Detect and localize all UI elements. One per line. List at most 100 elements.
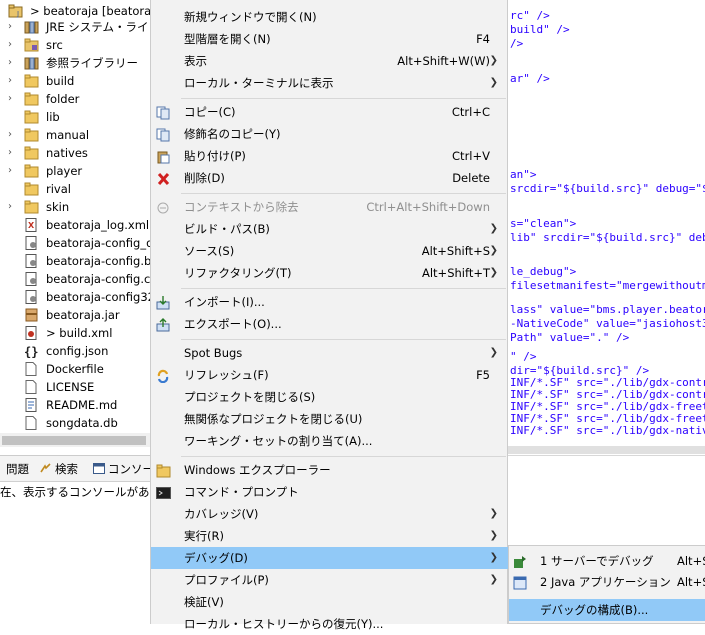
- menu-item-copy-qualified-name[interactable]: 修飾名のコピー(Y): [151, 123, 508, 145]
- tree-item[interactable]: beatoraja.jar: [0, 306, 150, 324]
- menu-item-show-in[interactable]: 表示 Alt+Shift+W(W) ❯: [151, 50, 508, 72]
- chevron-right-icon: ❯: [489, 552, 498, 563]
- ant-file-icon: [24, 326, 39, 340]
- tree-item[interactable]: › JRE システム・ライブラリ: [0, 18, 150, 36]
- tree-item[interactable]: beatoraja-config.cc: [0, 270, 150, 288]
- menu-item-paste[interactable]: 貼り付け(P) Ctrl+V: [151, 145, 508, 167]
- tree-item[interactable]: beatoraja-config32.: [0, 288, 150, 306]
- menu-item-assign-working-sets[interactable]: ワーキング・セットの割り当て(A)...: [151, 430, 508, 452]
- tree-item-label: src: [46, 38, 63, 52]
- chevron-right-icon[interactable]: ›: [8, 162, 18, 180]
- chevron-right-icon: ❯: [489, 530, 498, 541]
- tree-item[interactable]: lib: [0, 108, 150, 126]
- tree-item[interactable]: › player: [0, 162, 150, 180]
- script-file-icon: [24, 236, 39, 250]
- tab-console[interactable]: コンソー: [93, 461, 154, 477]
- menu-item-label: Windows エクスプローラー: [184, 463, 331, 477]
- tree-item[interactable]: rival: [0, 180, 150, 198]
- xml-file-icon: X: [24, 218, 39, 232]
- menu-item-label: プロファイル(P): [184, 573, 269, 587]
- menu-item-debug[interactable]: デバッグ(D) ❯: [151, 547, 508, 569]
- editor-horizontal-scrollbar[interactable]: [508, 446, 705, 454]
- tree-item[interactable]: beatoraja-config.ba: [0, 252, 150, 270]
- tree-item[interactable]: songdata.db: [0, 414, 150, 432]
- tree-item[interactable]: Xbeatoraja_log.xml: [0, 216, 150, 234]
- chevron-right-icon: ❯: [489, 574, 498, 585]
- submenu-item[interactable]: 2 Java アプリケーション Alt+S: [509, 571, 705, 593]
- menu-item-source[interactable]: ソース(S) Alt+Shift+S ❯: [151, 240, 508, 262]
- menu-item-refresh[interactable]: リフレッシュ(F) F5: [151, 364, 508, 386]
- tree-item[interactable]: › build: [0, 72, 150, 90]
- menu-item-label: ワーキング・セットの割り当て(A)...: [184, 434, 373, 448]
- svg-text:{}: {}: [24, 345, 38, 358]
- menu-item-remove-from-context[interactable]: コンテキストから除去 Ctrl+Alt+Shift+Down: [151, 196, 508, 218]
- menu-item-show-in-local-terminal[interactable]: ローカル・ターミナルに表示 ❯: [151, 72, 508, 94]
- tree-item[interactable]: › folder: [0, 90, 150, 108]
- tree-item[interactable]: beatoraja-config_de: [0, 234, 150, 252]
- menu-item-spotbugs[interactable]: Spot Bugs ❯: [151, 342, 508, 364]
- menu-item-copy[interactable]: コピー(C) Ctrl+C: [151, 101, 508, 123]
- chevron-right-icon[interactable]: ›: [8, 18, 18, 36]
- menu-item-close-project[interactable]: プロジェクトを閉じる(S): [151, 386, 508, 408]
- tree-item[interactable]: LICENSE: [0, 378, 150, 396]
- menu-item-import[interactable]: インポート(I)...: [151, 291, 508, 313]
- menu-item-command-prompt[interactable]: コマンド・プロンプト: [151, 481, 508, 503]
- tree-item-label: > build.xml: [46, 326, 113, 340]
- menu-item-refactor[interactable]: リファクタリング(T) Alt+Shift+T ❯: [151, 262, 508, 284]
- menu-item-build-path[interactable]: ビルド・パス(B) ❯: [151, 218, 508, 240]
- tree-item-label: beatoraja_log.xml: [46, 218, 150, 232]
- chevron-right-icon: ❯: [489, 267, 498, 278]
- menu-item-open-type-hierarchy[interactable]: 型階層を開く(N) F4: [151, 28, 508, 50]
- menu-item-export[interactable]: エクスポート(O)...: [151, 313, 508, 335]
- submenu-item[interactable]: デバッグの構成(B)...: [509, 599, 705, 621]
- tree-item[interactable]: README.md: [0, 396, 150, 414]
- menu-item-label: 削除(D): [184, 171, 225, 185]
- tree-item[interactable]: Dockerfile: [0, 360, 150, 378]
- code-line: -NativeCode" value="jasiohost32.c: [510, 317, 705, 330]
- tab-search[interactable]: 検索: [40, 461, 78, 477]
- folder-icon: [24, 74, 39, 88]
- tree-item[interactable]: > build.xml: [0, 324, 150, 342]
- tab-problems[interactable]: 問題: [6, 461, 29, 477]
- code-line: lib" srcdir="${build.src}" debug=: [510, 231, 705, 244]
- folder-icon: [24, 92, 39, 106]
- submenu-item-shortcut: Alt+S: [677, 554, 705, 568]
- menu-item-label: 実行(R): [184, 529, 224, 543]
- chevron-right-icon[interactable]: ›: [8, 90, 18, 108]
- tree-item[interactable]: {} config.json: [0, 342, 150, 360]
- menu-item-new-window[interactable]: 新規ウィンドウで開く(N): [151, 6, 508, 28]
- explorer-horizontal-scrollbar[interactable]: [0, 433, 150, 447]
- chevron-right-icon[interactable]: ›: [8, 126, 18, 144]
- code-editor[interactable]: rc" /> build" />/> ar" /> an"> srcdir="${bu…: [508, 0, 705, 455]
- menu-item-restore-local-history[interactable]: ローカル・ヒストリーからの復元(Y)...: [151, 613, 508, 635]
- tree-item[interactable]: › src: [0, 36, 150, 54]
- folder-icon: [24, 200, 39, 214]
- scrollbar-thumb[interactable]: [2, 436, 146, 445]
- tree-item[interactable]: › skin: [0, 198, 150, 216]
- menu-item-close-unrelated[interactable]: 無関係なプロジェクトを閉じる(U): [151, 408, 508, 430]
- tree-item[interactable]: › natives: [0, 144, 150, 162]
- menu-item-label: 型階層を開く(N): [184, 32, 271, 46]
- tree-item-label: natives: [46, 146, 88, 160]
- library-icon: [24, 20, 39, 34]
- svg-text:J: J: [16, 10, 19, 18]
- tree-item[interactable]: › 参照ライブラリー: [0, 54, 150, 72]
- chevron-right-icon[interactable]: ›: [8, 198, 18, 216]
- menu-item-coverage[interactable]: カバレッジ(V) ❯: [151, 503, 508, 525]
- menu-item-profile[interactable]: プロファイル(P) ❯: [151, 569, 508, 591]
- menu-item-validate[interactable]: 検証(V): [151, 591, 508, 613]
- submenu-item[interactable]: 1 サーバーでデバッグ Alt+S: [509, 550, 705, 572]
- chevron-right-icon[interactable]: ›: [8, 36, 18, 54]
- menu-item-delete[interactable]: 削除(D) Delete: [151, 167, 508, 189]
- tree-item[interactable]: › manual: [0, 126, 150, 144]
- file-icon: [24, 362, 39, 376]
- paste-icon: [156, 149, 171, 164]
- tree-item-label: README.md: [46, 398, 118, 412]
- code-line: build" />: [510, 23, 570, 36]
- chevron-right-icon[interactable]: ›: [8, 72, 18, 90]
- chevron-right-icon[interactable]: ›: [8, 54, 18, 72]
- tree-item-label: folder: [46, 92, 80, 106]
- menu-item-run[interactable]: 実行(R) ❯: [151, 525, 508, 547]
- chevron-right-icon[interactable]: ›: [8, 144, 18, 162]
- menu-item-windows-explorer[interactable]: Windows エクスプローラー: [151, 459, 508, 481]
